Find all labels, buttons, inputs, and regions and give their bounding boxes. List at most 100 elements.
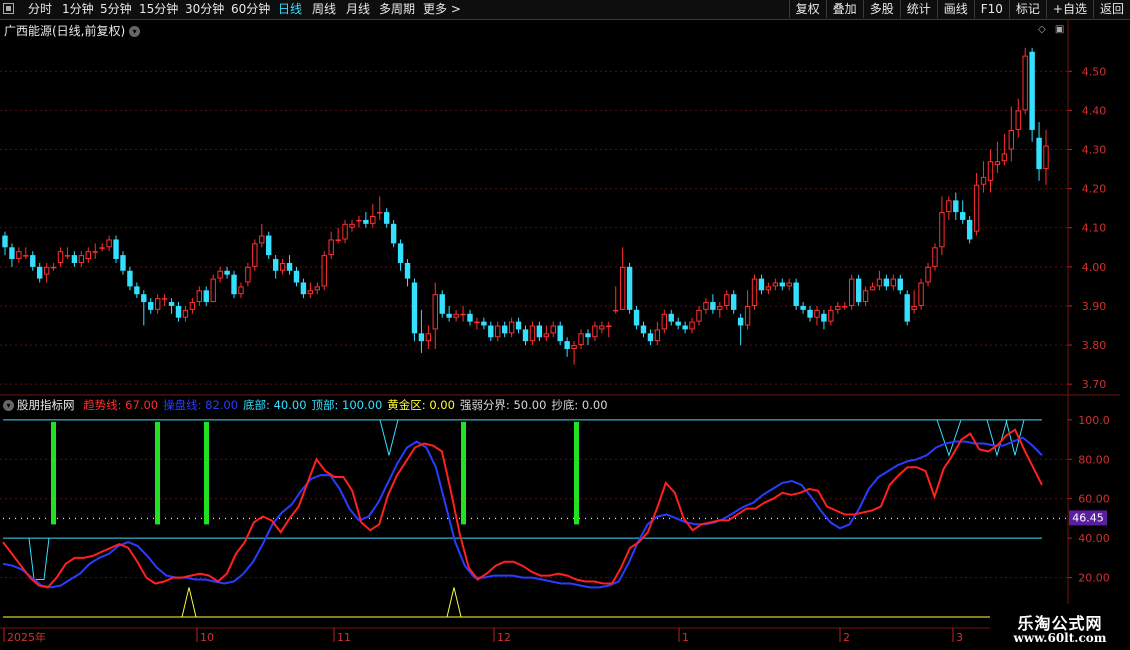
chevron-down-icon[interactable]: ▾	[129, 26, 141, 37]
candle[interactable]	[467, 309, 473, 326]
candle[interactable]	[113, 235, 119, 263]
candle[interactable]	[980, 161, 987, 193]
candle[interactable]	[16, 247, 22, 263]
candle[interactable]	[390, 219, 397, 248]
candle[interactable]	[543, 325, 550, 342]
candle[interactable]	[120, 251, 126, 275]
candle[interactable]	[196, 286, 203, 306]
candle[interactable]	[272, 255, 279, 279]
candle[interactable]	[231, 270, 237, 299]
candle[interactable]	[1036, 122, 1042, 181]
candle[interactable]	[175, 302, 182, 322]
candle[interactable]	[599, 321, 605, 334]
candle[interactable]	[1008, 106, 1014, 162]
candle[interactable]	[668, 309, 674, 326]
candle[interactable]	[252, 239, 258, 271]
candle[interactable]	[973, 172, 980, 236]
candle[interactable]	[349, 219, 355, 232]
candle[interactable]	[356, 216, 362, 228]
candle[interactable]	[217, 266, 223, 283]
candle[interactable]	[134, 282, 140, 299]
candle[interactable]	[647, 329, 654, 346]
candle[interactable]	[786, 278, 792, 291]
candle[interactable]	[1029, 47, 1035, 142]
candle[interactable]	[619, 247, 626, 310]
candle[interactable]	[966, 216, 973, 244]
candle[interactable]	[384, 208, 390, 228]
candle[interactable]	[640, 321, 647, 338]
candle[interactable]	[953, 192, 959, 220]
kline-chart[interactable]: 4.50 4.40 4.30 4.20 4.10 4.00 3.90 3.80 3.70 100.…	[0, 0, 1130, 650]
candle[interactable]	[807, 305, 813, 322]
candle[interactable]	[772, 278, 779, 291]
candle[interactable]	[897, 274, 903, 295]
candle[interactable]	[71, 251, 78, 267]
candle[interactable]	[2, 231, 8, 256]
candle[interactable]	[57, 247, 64, 267]
candle[interactable]	[508, 317, 515, 338]
candle[interactable]	[550, 321, 556, 338]
candle[interactable]	[661, 309, 667, 334]
candle[interactable]	[578, 329, 584, 349]
candle[interactable]	[592, 321, 598, 342]
candle[interactable]	[92, 243, 98, 260]
candle[interactable]	[862, 286, 869, 306]
candle[interactable]	[522, 325, 529, 346]
candle[interactable]	[300, 278, 307, 299]
candle[interactable]	[828, 305, 834, 326]
chevron-down-icon[interactable]: ▾	[3, 400, 14, 411]
candle[interactable]	[904, 290, 910, 326]
candle[interactable]	[148, 298, 154, 314]
candle[interactable]	[363, 212, 369, 228]
candle[interactable]	[85, 247, 91, 263]
candle[interactable]	[765, 282, 772, 295]
candle[interactable]	[286, 255, 293, 275]
candle[interactable]	[994, 141, 1001, 173]
candle[interactable]	[654, 321, 661, 346]
candle[interactable]	[370, 204, 376, 228]
candle[interactable]	[703, 298, 709, 314]
candle[interactable]	[9, 243, 15, 267]
candle[interactable]	[432, 282, 438, 349]
candle[interactable]	[321, 251, 327, 291]
candle[interactable]	[474, 317, 480, 330]
candle[interactable]	[890, 274, 897, 291]
candle[interactable]	[127, 266, 133, 291]
candle[interactable]	[418, 309, 425, 353]
candle[interactable]	[1015, 98, 1021, 138]
candle[interactable]	[946, 196, 952, 220]
candle[interactable]	[37, 262, 43, 283]
candle[interactable]	[168, 298, 175, 314]
maximize-icon[interactable]: ▣	[1055, 24, 1064, 35]
candle[interactable]	[737, 313, 744, 346]
candle[interactable]	[314, 282, 321, 295]
candle[interactable]	[1022, 47, 1028, 115]
candle[interactable]	[279, 259, 286, 275]
candle[interactable]	[446, 305, 452, 322]
candle[interactable]	[696, 305, 702, 326]
candle[interactable]	[210, 274, 216, 303]
candle[interactable]	[932, 243, 938, 271]
candle[interactable]	[675, 317, 681, 330]
candle[interactable]	[564, 337, 570, 357]
candle[interactable]	[689, 317, 695, 334]
candle[interactable]	[717, 302, 723, 318]
candle[interactable]	[869, 282, 876, 291]
candle[interactable]	[557, 321, 563, 346]
candle[interactable]	[99, 243, 105, 252]
candle[interactable]	[731, 290, 737, 314]
candle[interactable]	[342, 219, 348, 244]
candle[interactable]	[911, 290, 917, 314]
candle[interactable]	[182, 305, 189, 322]
candle[interactable]	[266, 231, 272, 260]
candle[interactable]	[918, 278, 924, 310]
candle[interactable]	[189, 298, 196, 314]
candle[interactable]	[141, 290, 147, 326]
candle[interactable]	[23, 247, 29, 260]
candle[interactable]	[606, 321, 612, 338]
candle[interactable]	[536, 321, 543, 342]
candle[interactable]	[842, 302, 848, 310]
candle[interactable]	[439, 290, 445, 318]
candle[interactable]	[987, 149, 994, 193]
candle[interactable]	[481, 317, 487, 330]
